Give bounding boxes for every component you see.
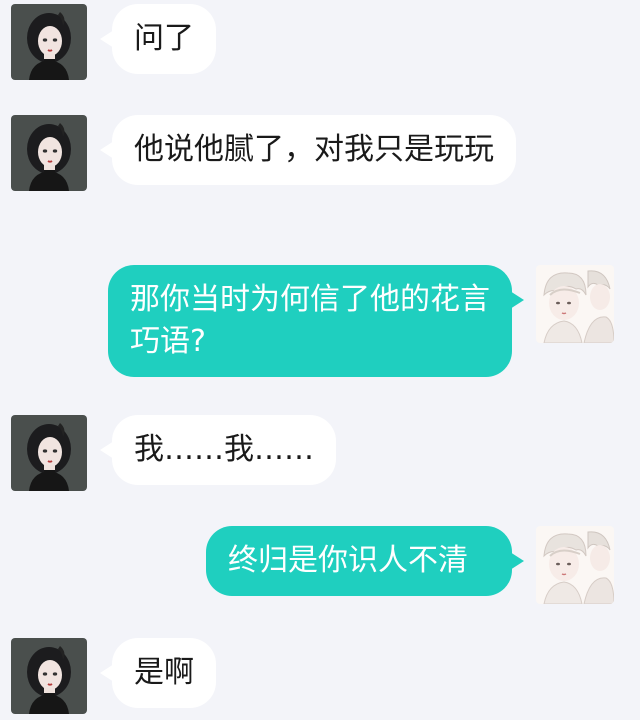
message-bubble[interactable]: 终归是你识人不清 bbox=[206, 526, 512, 596]
boy-avatar-icon bbox=[536, 265, 614, 343]
boy-avatar[interactable] bbox=[536, 265, 614, 343]
girl-avatar[interactable] bbox=[11, 415, 87, 491]
bubble-tail bbox=[510, 291, 524, 309]
girl-avatar-icon bbox=[11, 638, 87, 714]
message-bubble[interactable]: 那你当时为何信了他的花言巧语? bbox=[108, 265, 512, 377]
girl-avatar-icon bbox=[11, 115, 87, 191]
chat-window: 问了 他说他腻了，对我只是玩玩 那你当时为何信了他的花言巧语? 我……我…… 终… bbox=[0, 0, 640, 720]
girl-avatar-icon bbox=[11, 4, 87, 80]
girl-avatar[interactable] bbox=[11, 115, 87, 191]
message-bubble[interactable]: 问了 bbox=[112, 4, 216, 74]
girl-avatar[interactable] bbox=[11, 638, 87, 714]
girl-avatar[interactable] bbox=[11, 4, 87, 80]
girl-avatar-icon bbox=[11, 415, 87, 491]
boy-avatar-icon bbox=[536, 526, 614, 604]
boy-avatar[interactable] bbox=[536, 526, 614, 604]
message-bubble[interactable]: 是啊 bbox=[112, 638, 216, 708]
bubble-tail bbox=[510, 552, 524, 570]
message-bubble[interactable]: 他说他腻了，对我只是玩玩 bbox=[112, 115, 516, 185]
message-bubble[interactable]: 我……我…… bbox=[112, 415, 336, 485]
